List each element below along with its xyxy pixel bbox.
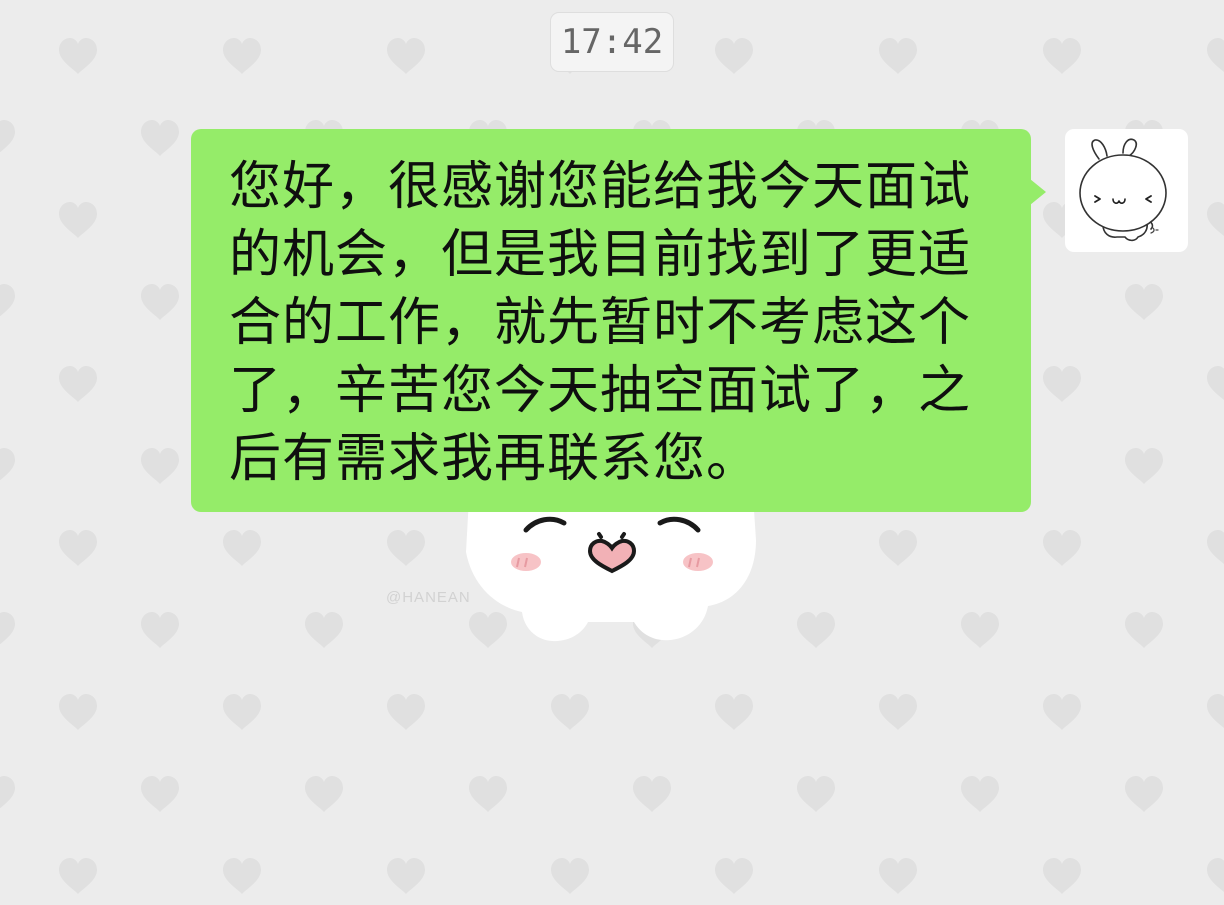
chat-view[interactable]: @HANEAN 17:42 您好，很感谢您能给我今天面试的机会，但是我目前找到了… [0, 0, 1224, 905]
bubble-tail [1030, 179, 1046, 205]
message-timestamp: 17:42 [550, 12, 674, 72]
wallpaper-watermark: @HANEAN [386, 589, 471, 606]
message-text: 您好，很感谢您能给我今天面试的机会，但是我目前找到了更适合的工作，就先暂时不考虑… [229, 157, 972, 489]
outgoing-message-bubble[interactable]: 您好，很感谢您能给我今天面试的机会，但是我目前找到了更适合的工作，就先暂时不考虑… [191, 129, 1046, 512]
